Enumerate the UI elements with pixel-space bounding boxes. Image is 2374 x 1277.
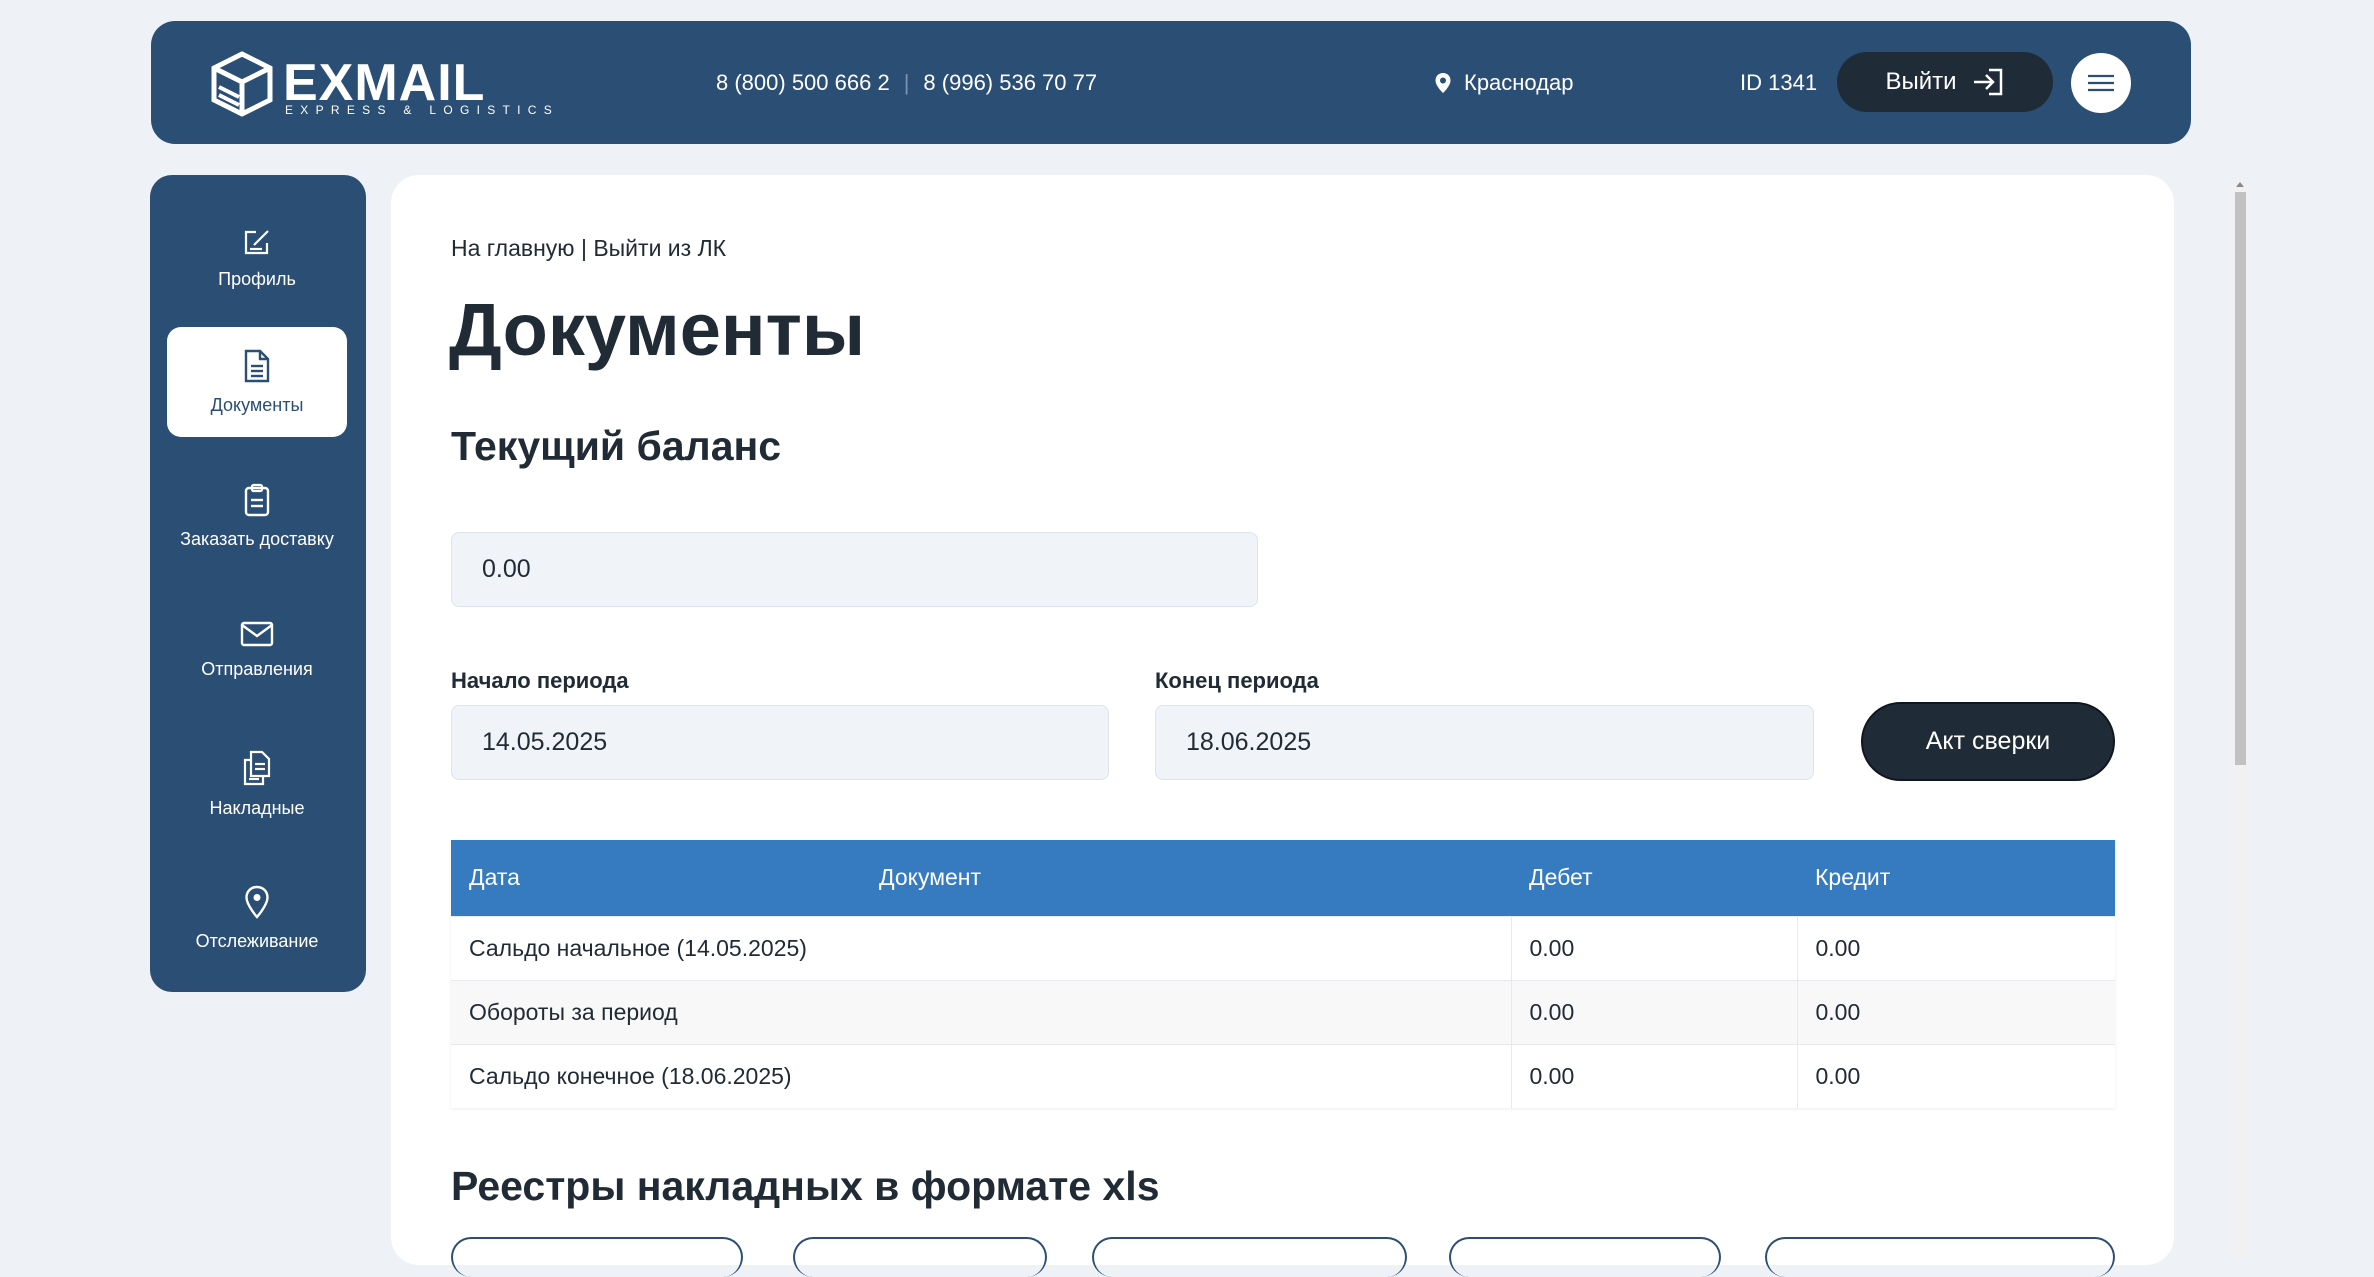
location-pin-icon bbox=[1435, 73, 1451, 93]
main-content-card: На главную | Выйти из ЛК Документы Текущ… bbox=[391, 175, 2174, 1277]
row-name: Сальдо конечное (18.06.2025) bbox=[451, 1043, 1511, 1108]
sidebar-item-label: Документы bbox=[210, 394, 304, 415]
scrollbar-thumb[interactable] bbox=[2235, 192, 2246, 765]
sidebar-item-order-delivery[interactable]: Заказать доставку bbox=[167, 461, 347, 571]
registry-pill-button[interactable] bbox=[451, 1237, 743, 1277]
scroll-up-arrow-icon[interactable] bbox=[2236, 182, 2244, 187]
reconciliation-act-button[interactable]: Акт сверки bbox=[1861, 702, 2115, 781]
logout-button[interactable]: Выйти bbox=[1837, 52, 2053, 112]
phone-1[interactable]: 8 (800) 500 666 2 bbox=[716, 70, 890, 95]
balance-table: Дата Документ Дебет Кредит Сальдо началь… bbox=[451, 840, 2115, 1108]
location-pin-icon bbox=[245, 885, 269, 919]
top-header: EXMAIL EXPRESS & LOGISTICS 8 (800) 500 6… bbox=[151, 21, 2191, 144]
column-header-document: Документ bbox=[861, 840, 1511, 916]
hamburger-menu-button[interactable] bbox=[2071, 53, 2131, 113]
documents-icon bbox=[243, 750, 271, 785]
envelope-icon bbox=[240, 621, 274, 646]
sidebar-item-label: Отслеживание bbox=[195, 930, 319, 951]
row-name: Обороты за период bbox=[451, 979, 1511, 1044]
logo-text: EXMAIL bbox=[283, 54, 486, 112]
phone-numbers: 8 (800) 500 666 2 | 8 (996) 536 70 77 bbox=[716, 69, 1097, 97]
period-start-input[interactable]: 14.05.2025 bbox=[451, 705, 1109, 780]
row-credit: 0.00 bbox=[1796, 1043, 2115, 1108]
sidebar-item-documents[interactable]: Документы bbox=[167, 327, 347, 437]
row-debit: 0.00 bbox=[1510, 915, 1797, 980]
column-header-credit: Кредит bbox=[1797, 840, 2115, 916]
logout-icon bbox=[1973, 68, 2002, 96]
clipboard-icon bbox=[244, 483, 270, 516]
registry-pill-button[interactable] bbox=[1092, 1237, 1407, 1277]
sidebar-item-label: Накладные bbox=[209, 797, 305, 818]
sidebar-item-label: Профиль bbox=[218, 268, 296, 289]
row-debit: 0.00 bbox=[1510, 1043, 1797, 1108]
exmail-logo[interactable]: EXMAIL EXPRESS & LOGISTICS bbox=[209, 51, 554, 117]
logout-label: Выйти bbox=[1885, 68, 1957, 95]
edit-icon bbox=[244, 229, 269, 254]
row-name: Сальдо начальное (14.05.2025) bbox=[451, 915, 1511, 980]
city-selector[interactable]: Краснодар bbox=[1434, 69, 1574, 97]
sidebar-item-shipments[interactable]: Отправления bbox=[167, 595, 347, 705]
logo-subtitle: EXPRESS & LOGISTICS bbox=[285, 103, 560, 117]
table-row: Обороты за период 0.00 0.00 bbox=[451, 979, 2115, 1044]
table-row: Сальдо начальное (14.05.2025) 0.00 0.00 bbox=[451, 915, 2115, 980]
column-header-debit: Дебет bbox=[1511, 840, 1797, 916]
city-name: Краснодар bbox=[1464, 70, 1574, 95]
sidebar-item-label: Заказать доставку bbox=[180, 528, 334, 549]
page-title: Документы bbox=[449, 288, 866, 371]
hamburger-icon bbox=[2088, 74, 2114, 92]
row-credit: 0.00 bbox=[1796, 915, 2115, 980]
period-end-label: Конец периода bbox=[1155, 668, 1319, 693]
logo-cube-icon bbox=[211, 51, 273, 117]
period-end-input[interactable]: 18.06.2025 bbox=[1155, 705, 1814, 780]
sidebar-item-tracking[interactable]: Отслеживание bbox=[167, 863, 347, 973]
document-icon bbox=[244, 349, 270, 382]
balance-field: 0.00 bbox=[451, 532, 1258, 607]
sidebar-item-profile[interactable]: Профиль bbox=[167, 203, 347, 313]
registry-pill-button[interactable] bbox=[793, 1237, 1047, 1277]
phone-separator: | bbox=[903, 70, 910, 95]
balance-title: Текущий баланс bbox=[451, 423, 782, 469]
period-start-label: Начало периода bbox=[451, 668, 629, 693]
user-id: ID 1341 bbox=[1740, 70, 1818, 95]
sidebar-nav: Профиль Документы Заказать доставку Отпр… bbox=[150, 175, 366, 992]
row-debit: 0.00 bbox=[1510, 979, 1797, 1044]
breadcrumb[interactable]: На главную | Выйти из ЛК bbox=[451, 235, 726, 262]
row-credit: 0.00 bbox=[1796, 979, 2115, 1044]
sidebar-item-waybills[interactable]: Накладные bbox=[167, 729, 347, 839]
column-header-date: Дата bbox=[451, 840, 861, 916]
registry-pill-button[interactable] bbox=[1449, 1237, 1721, 1277]
table-header-row: Дата Документ Дебет Кредит bbox=[451, 840, 2115, 916]
registry-title: Реестры накладных в формате xls bbox=[451, 1163, 1160, 1209]
sidebar-item-label: Отправления bbox=[201, 658, 313, 679]
table-row: Сальдо конечное (18.06.2025) 0.00 0.00 bbox=[451, 1043, 2115, 1108]
phone-2[interactable]: 8 (996) 536 70 77 bbox=[923, 70, 1097, 95]
registry-pill-button[interactable] bbox=[1765, 1237, 2115, 1277]
